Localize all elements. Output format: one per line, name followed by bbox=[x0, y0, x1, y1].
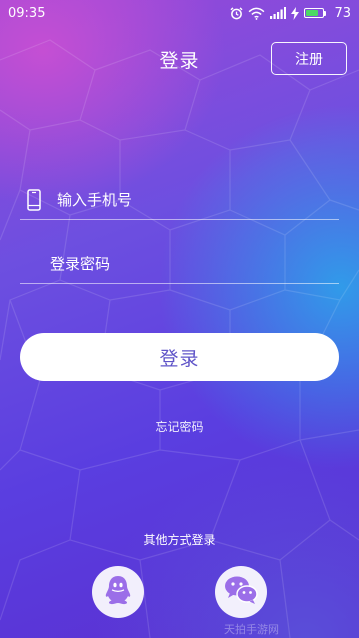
wifi-icon bbox=[248, 7, 265, 20]
qq-icon bbox=[103, 574, 133, 610]
qq-login-button[interactable] bbox=[92, 566, 144, 618]
status-icons: 73 bbox=[230, 6, 351, 21]
status-time: 09:35 bbox=[8, 5, 46, 21]
battery-icon bbox=[304, 8, 327, 18]
signal-icon bbox=[270, 7, 287, 19]
password-field[interactable]: 登录密码 bbox=[20, 244, 339, 284]
alarm-icon bbox=[230, 6, 243, 20]
phone-field[interactable]: 输入手机号 bbox=[20, 180, 339, 220]
register-button[interactable]: 注册 bbox=[271, 42, 347, 75]
status-bar: 09:35 73 bbox=[0, 0, 359, 26]
phone-input[interactable]: 输入手机号 bbox=[57, 189, 132, 210]
login-button[interactable]: 登录 bbox=[20, 333, 339, 381]
charging-icon bbox=[291, 6, 300, 20]
other-login-label: 其他方式登录 bbox=[143, 533, 216, 547]
login-screen: 09:35 73 登录 注册 输入手机号 登录密码 登录 忘记密码 其他方式登录… bbox=[0, 0, 359, 638]
phone-icon bbox=[27, 188, 49, 211]
password-input[interactable]: 登录密码 bbox=[50, 253, 110, 274]
watermark: 天拍手游网 bbox=[224, 623, 279, 636]
battery-level: 73 bbox=[334, 5, 351, 21]
wechat-login-button[interactable] bbox=[215, 566, 267, 618]
wechat-icon bbox=[224, 575, 258, 609]
forgot-password-link[interactable]: 忘记密码 bbox=[0, 418, 359, 435]
